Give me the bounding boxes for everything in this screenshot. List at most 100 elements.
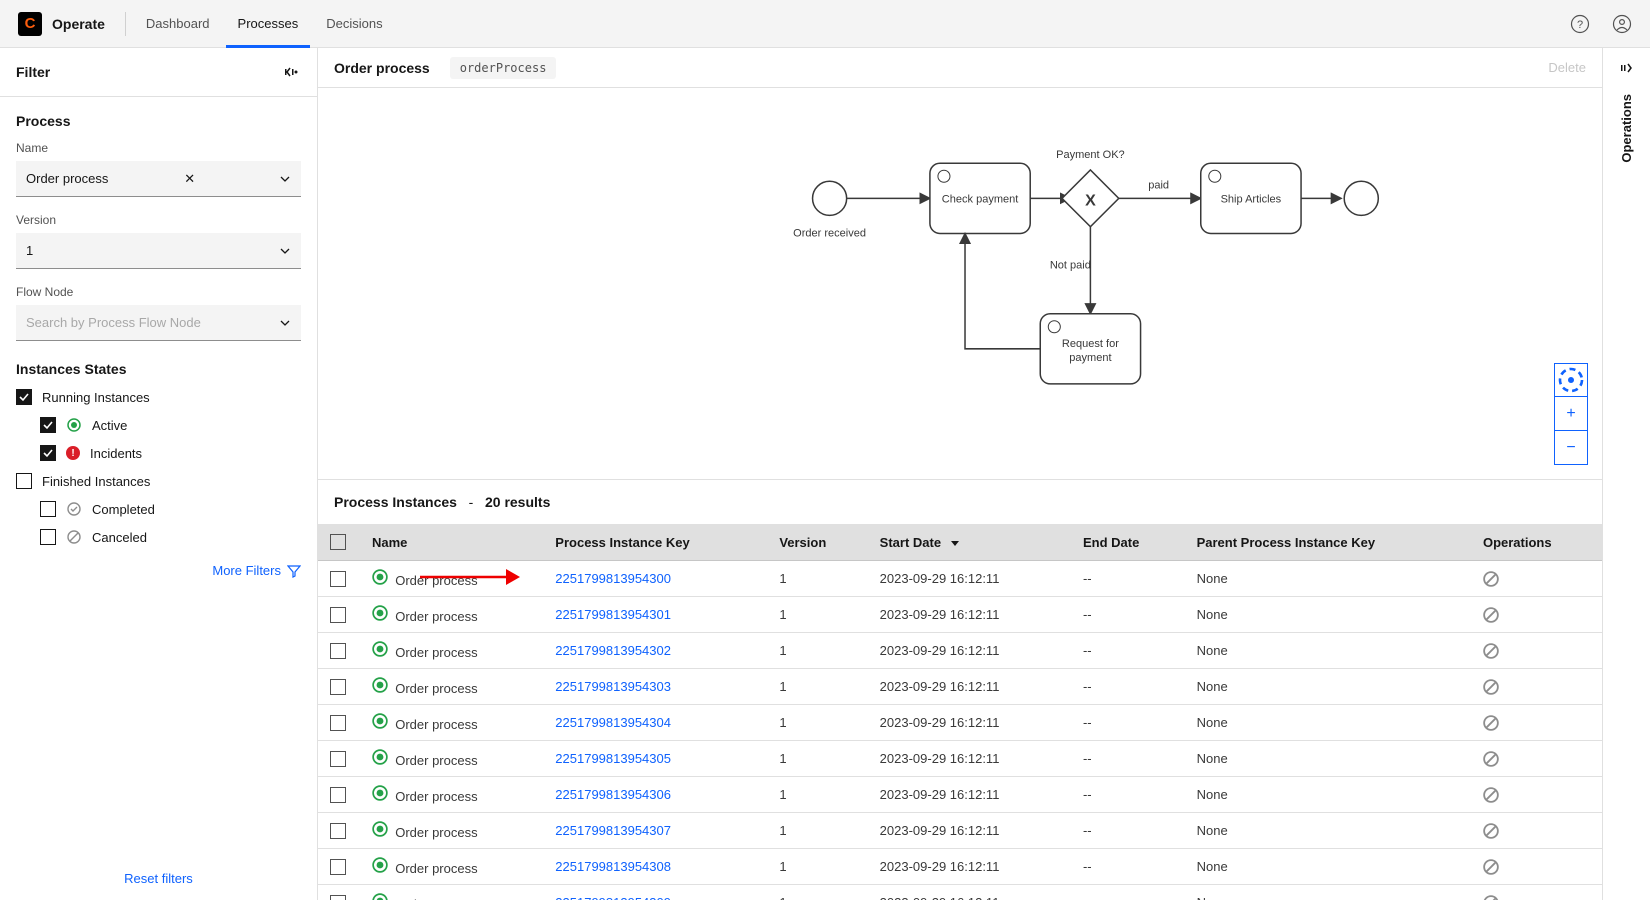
row-key-link[interactable]: 2251799813954303 <box>555 679 671 694</box>
name-select[interactable]: Order process ✕ <box>16 161 301 197</box>
row-checkbox[interactable] <box>330 895 346 900</box>
row-parent: None <box>1185 885 1471 900</box>
row-key-link[interactable]: 2251799813954307 <box>555 823 671 838</box>
nav-dashboard[interactable]: Dashboard <box>146 0 210 47</box>
row-parent: None <box>1185 813 1471 849</box>
row-checkbox[interactable] <box>330 607 346 623</box>
name-label: Name <box>16 141 301 155</box>
row-checkbox[interactable] <box>330 787 346 803</box>
row-key-link[interactable]: 2251799813954309 <box>555 895 671 900</box>
cancel-icon[interactable] <box>1483 787 1590 803</box>
active-icon <box>372 569 388 585</box>
table-row: Order process225179981395430412023-09-29… <box>318 705 1602 741</box>
cancel-icon[interactable] <box>1483 859 1590 875</box>
row-key-link[interactable]: 2251799813954300 <box>555 571 671 586</box>
active-icon <box>372 749 388 765</box>
diagram-controls: + − <box>1554 363 1588 465</box>
incidents-checkbox[interactable] <box>40 445 56 461</box>
diagram-zoom-in-button[interactable]: + <box>1554 397 1588 431</box>
clear-icon[interactable]: ✕ <box>184 171 203 187</box>
row-name: Order process <box>395 789 477 804</box>
collapse-icon[interactable] <box>281 62 301 82</box>
row-start: 2023-09-29 16:12:11 <box>868 705 1071 741</box>
row-end: -- <box>1071 813 1185 849</box>
cancel-icon[interactable] <box>1483 751 1590 767</box>
col-version[interactable]: Version <box>767 524 867 561</box>
nav-processes[interactable]: Processes <box>238 0 299 47</box>
diagram-reset-button[interactable] <box>1554 363 1588 397</box>
row-key-link[interactable]: 2251799813954302 <box>555 643 671 658</box>
svg-text:X: X <box>1085 191 1096 209</box>
bpmn-diagram[interactable]: Order received Check payment X Payment O… <box>318 88 1602 480</box>
row-checkbox[interactable] <box>330 679 346 695</box>
cancel-icon[interactable] <box>1483 895 1590 900</box>
bpmn-gateway[interactable]: X <box>1062 170 1119 227</box>
active-label: Active <box>92 418 127 433</box>
app-name: Operate <box>52 16 105 32</box>
row-key-link[interactable]: 2251799813954306 <box>555 787 671 802</box>
cancel-icon[interactable] <box>1483 643 1590 659</box>
help-icon[interactable]: ? <box>1570 14 1590 34</box>
row-checkbox[interactable] <box>330 643 346 659</box>
filter-sidebar: Filter Process Name Order process ✕ Vers… <box>0 48 318 900</box>
user-icon[interactable] <box>1612 14 1632 34</box>
cancel-icon[interactable] <box>1483 679 1590 695</box>
bpmn-start-event[interactable] <box>813 181 847 215</box>
row-key-link[interactable]: 2251799813954301 <box>555 607 671 622</box>
completed-label: Completed <box>92 502 155 517</box>
row-checkbox[interactable] <box>330 715 346 731</box>
active-icon <box>372 641 388 657</box>
row-checkbox[interactable] <box>330 571 346 587</box>
row-start: 2023-09-29 16:12:11 <box>868 597 1071 633</box>
completed-checkbox[interactable] <box>40 501 56 517</box>
canceled-checkbox[interactable] <box>40 529 56 545</box>
row-name: Order process <box>395 825 477 840</box>
cancel-icon[interactable] <box>1483 715 1590 731</box>
chevron-down-icon <box>279 173 291 185</box>
row-parent: None <box>1185 849 1471 885</box>
table-row: Order process225179981395430612023-09-29… <box>318 777 1602 813</box>
diagram-zoom-out-button[interactable]: − <box>1554 431 1588 465</box>
col-key[interactable]: Process Instance Key <box>543 524 767 561</box>
col-name[interactable]: Name <box>360 524 543 561</box>
row-key-link[interactable]: 2251799813954304 <box>555 715 671 730</box>
nav-decisions[interactable]: Decisions <box>326 0 382 47</box>
more-filters-button[interactable]: More Filters <box>16 563 301 578</box>
col-ops[interactable]: Operations <box>1471 524 1602 561</box>
row-start: 2023-09-29 16:12:11 <box>868 813 1071 849</box>
reset-filters-link[interactable]: Reset filters <box>124 871 193 886</box>
bpmn-end-event[interactable] <box>1344 181 1378 215</box>
running-checkbox[interactable] <box>16 389 32 405</box>
row-checkbox[interactable] <box>330 859 346 875</box>
flownode-select[interactable]: Search by Process Flow Node <box>16 305 301 341</box>
active-icon <box>372 713 388 729</box>
row-version: 1 <box>767 669 867 705</box>
active-checkbox[interactable] <box>40 417 56 433</box>
row-start: 2023-09-29 16:12:11 <box>868 633 1071 669</box>
row-start: 2023-09-29 16:12:11 <box>868 777 1071 813</box>
cancel-icon[interactable] <box>1483 607 1590 623</box>
operations-rail: Operations <box>1602 48 1650 900</box>
process-section-title: Process <box>16 113 301 129</box>
finished-checkbox[interactable] <box>16 473 32 489</box>
col-parent[interactable]: Parent Process Instance Key <box>1185 524 1471 561</box>
cancel-icon[interactable] <box>1483 823 1590 839</box>
col-end[interactable]: End Date <box>1071 524 1185 561</box>
bpmn-request-label-2: payment <box>1069 352 1111 364</box>
row-key-link[interactable]: 2251799813954308 <box>555 859 671 874</box>
row-start: 2023-09-29 16:12:11 <box>868 741 1071 777</box>
active-icon <box>372 605 388 621</box>
delete-button[interactable]: Delete <box>1548 60 1586 75</box>
version-select[interactable]: 1 <box>16 233 301 269</box>
expand-icon[interactable] <box>1617 58 1637 78</box>
row-end: -- <box>1071 561 1185 597</box>
col-start[interactable]: Start Date <box>868 524 1071 561</box>
row-start: 2023-09-29 16:12:11 <box>868 561 1071 597</box>
operations-label: Operations <box>1619 94 1634 163</box>
row-key-link[interactable]: 2251799813954305 <box>555 751 671 766</box>
row-checkbox[interactable] <box>330 823 346 839</box>
instances-header: Process Instances - 20 results <box>318 480 1602 524</box>
row-checkbox[interactable] <box>330 751 346 767</box>
cancel-icon[interactable] <box>1483 571 1590 587</box>
select-all-checkbox[interactable] <box>330 534 346 550</box>
